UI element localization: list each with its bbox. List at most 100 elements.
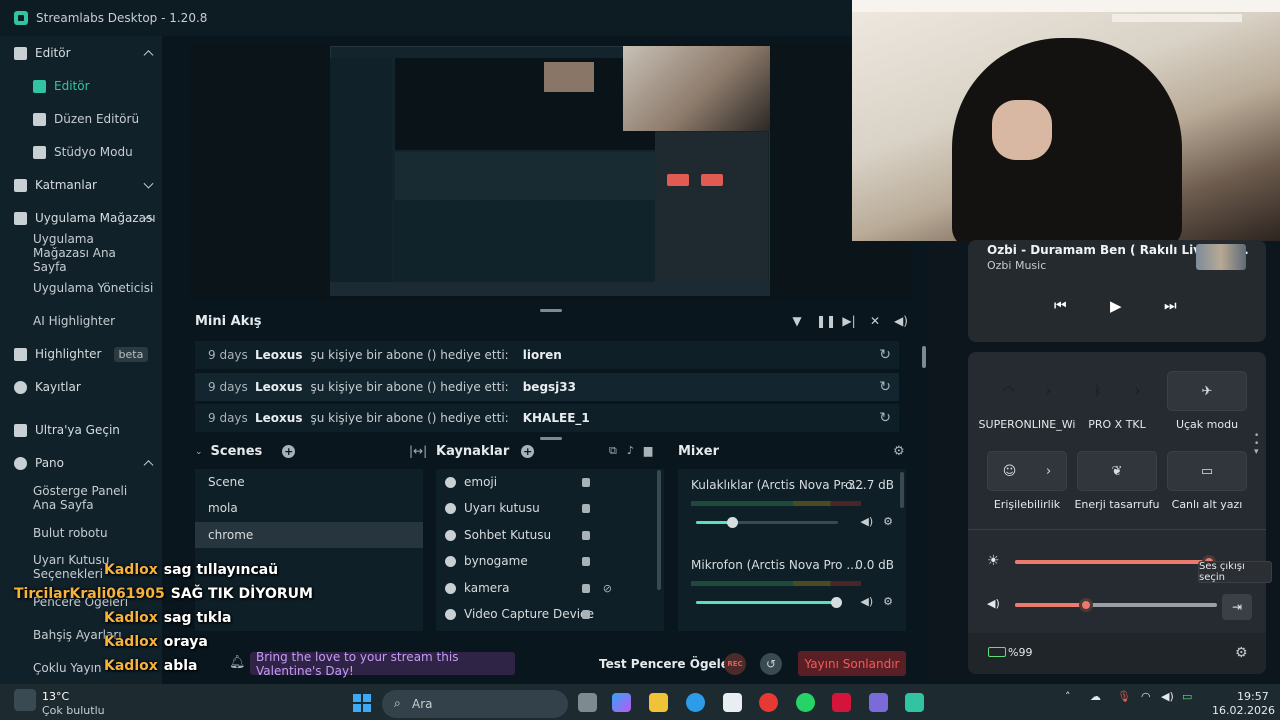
battery-tray-icon[interactable]: ▭ bbox=[1182, 690, 1192, 703]
pause-icon[interactable]: ❚❚ bbox=[816, 314, 836, 328]
play-icon[interactable]: ▶ bbox=[1110, 297, 1122, 315]
sidebar-item-layout-editor[interactable]: Düzen Editörü bbox=[0, 110, 162, 128]
wifi-tray-icon[interactable]: ◠ bbox=[1141, 690, 1151, 703]
red-app-icon[interactable] bbox=[832, 693, 851, 712]
source-item[interactable]: kamera ⊘ bbox=[436, 575, 656, 601]
accessibility-tile[interactable]: ☺ › bbox=[987, 451, 1067, 491]
brightness-slider[interactable] bbox=[1015, 555, 1216, 569]
audio-output-button[interactable]: ⇥ bbox=[1222, 594, 1252, 620]
repeat-icon[interactable]: ↻ bbox=[879, 347, 891, 363]
sidebar-item-recordings[interactable]: Kayıtlar bbox=[0, 378, 162, 396]
source-item[interactable]: emoji bbox=[436, 469, 656, 495]
feed-scrollbar[interactable] bbox=[922, 346, 926, 368]
sidebar-item-studio-mode[interactable]: Stüdyo Modu bbox=[0, 143, 162, 161]
lock-icon[interactable] bbox=[582, 609, 590, 619]
folder-icon[interactable]: ▆ bbox=[644, 444, 652, 458]
source-item[interactable]: Sohbet Kutusu bbox=[436, 522, 656, 548]
volume-slider[interactable] bbox=[1015, 598, 1217, 612]
page-dots[interactable]: • • ▾ bbox=[1254, 432, 1259, 457]
volume-slider[interactable] bbox=[696, 517, 838, 528]
resize-handle[interactable] bbox=[540, 437, 562, 440]
edge-icon[interactable] bbox=[686, 693, 705, 712]
settings-gear-icon[interactable]: ⚙ bbox=[1235, 645, 1248, 661]
chevron-up-icon[interactable]: ˄ bbox=[1065, 690, 1071, 703]
record-button[interactable]: REC bbox=[724, 653, 746, 675]
copy-icon[interactable]: ⧉ bbox=[609, 444, 617, 458]
chevron-right-icon[interactable]: › bbox=[1046, 464, 1051, 479]
cloud-icon[interactable]: ☁ bbox=[1090, 690, 1101, 703]
speaker-icon[interactable]: ◀) bbox=[860, 595, 873, 608]
weather-icon[interactable] bbox=[14, 689, 36, 711]
next-track-icon[interactable]: ⏭ bbox=[1164, 298, 1177, 314]
lock-icon[interactable] bbox=[582, 503, 590, 513]
scene-item-selected[interactable]: chrome bbox=[195, 522, 423, 548]
sidebar-item-editor-group[interactable]: Editör bbox=[0, 44, 162, 62]
promo-banner[interactable]: Bring the love to your stream this Valen… bbox=[250, 650, 515, 678]
volume-tray-icon[interactable]: ◀) bbox=[1161, 690, 1174, 703]
source-item[interactable]: Uyarı kutusu bbox=[436, 495, 656, 521]
sidebar-item-editor[interactable]: Editör bbox=[0, 77, 162, 95]
gear-icon[interactable]: ⚙ bbox=[883, 595, 893, 608]
energy-saver-tile[interactable]: ❦ bbox=[1077, 451, 1157, 491]
audio-icon[interactable]: ♪ bbox=[627, 444, 634, 458]
microphone-icon[interactable]: 🎙︎ bbox=[1117, 690, 1131, 703]
sidebar-item-app-store-home[interactable]: Uygulama Mağazası Ana Sayfa bbox=[0, 232, 162, 274]
start-menu-icon[interactable] bbox=[353, 694, 371, 712]
sources-scrollbar[interactable] bbox=[657, 470, 661, 590]
volume-slider-knob[interactable] bbox=[830, 597, 842, 608]
add-source-icon[interactable]: + bbox=[521, 445, 535, 458]
task-view-icon[interactable] bbox=[578, 693, 597, 712]
sidebar-item-highlighter[interactable]: Highlighter beta bbox=[0, 345, 162, 363]
repeat-icon[interactable]: ↻ bbox=[879, 410, 891, 426]
streamlabs-taskbar-icon[interactable] bbox=[905, 693, 924, 712]
bell-icon[interactable]: 🔔︎ bbox=[229, 655, 246, 670]
gear-icon[interactable]: ⚙ bbox=[883, 515, 893, 528]
sidebar-item-dashboard-home[interactable]: Gösterge Paneli Ana Sayfa bbox=[0, 483, 162, 513]
copilot-icon[interactable] bbox=[612, 693, 631, 712]
hidden-eye-icon[interactable]: ⊘ bbox=[603, 582, 612, 595]
chevron-down-icon[interactable]: ⌄ bbox=[195, 447, 203, 457]
wifi-tile[interactable]: ◠ › bbox=[987, 371, 1067, 411]
sidebar-item-ultra[interactable]: Ultra'ya Geçin bbox=[0, 421, 162, 439]
source-item[interactable]: Video Capture Device bbox=[436, 601, 656, 627]
clock-time[interactable]: 19:57 bbox=[1237, 690, 1269, 703]
volume-slider-knob[interactable] bbox=[726, 517, 738, 528]
sidebar-item-dashboard[interactable]: Pano bbox=[0, 454, 162, 472]
mute-alerts-icon[interactable]: ✕ bbox=[868, 314, 882, 328]
replay-buffer-icon[interactable]: ↺ bbox=[760, 653, 782, 675]
speaker-icon[interactable]: ◀) bbox=[860, 515, 873, 528]
store-app-icon[interactable] bbox=[723, 693, 742, 712]
add-scene-icon[interactable]: + bbox=[282, 445, 296, 458]
resize-handle[interactable] bbox=[540, 309, 562, 312]
volume-slider-knob[interactable] bbox=[1078, 598, 1093, 612]
skip-icon[interactable]: ▶| bbox=[842, 314, 856, 328]
end-stream-button[interactable]: Yayını Sonlandır bbox=[798, 651, 906, 676]
volume-icon[interactable]: ◀) bbox=[894, 314, 908, 328]
source-item[interactable]: bynogame bbox=[436, 548, 656, 574]
lock-icon[interactable] bbox=[582, 556, 590, 566]
chevron-right-icon[interactable]: › bbox=[1046, 384, 1051, 399]
mixer-scrollbar[interactable] bbox=[900, 472, 904, 508]
chevron-right-icon[interactable]: › bbox=[1135, 384, 1140, 399]
lock-icon[interactable] bbox=[582, 530, 590, 540]
scene-item[interactable]: mola bbox=[195, 495, 423, 521]
transition-icon[interactable]: |↔| bbox=[409, 444, 427, 458]
clock-date[interactable]: 16.02.2026 bbox=[1212, 704, 1275, 717]
test-widgets-button[interactable]: Test Pencere Ögeleri bbox=[599, 657, 739, 671]
sidebar-item-layers[interactable]: Katmanlar bbox=[0, 176, 162, 194]
bluetooth-tile[interactable]: ᛒ › bbox=[1077, 371, 1157, 411]
previous-track-icon[interactable]: ⏮ bbox=[1054, 298, 1067, 314]
lock-icon[interactable] bbox=[582, 477, 590, 487]
volume-slider[interactable] bbox=[696, 597, 842, 608]
scene-item[interactable]: Scene bbox=[195, 469, 423, 495]
lock-icon[interactable] bbox=[582, 583, 590, 593]
sidebar-item-app-manager[interactable]: Uygulama Yöneticisi bbox=[0, 279, 162, 297]
repeat-icon[interactable]: ↻ bbox=[879, 379, 891, 395]
sidebar-item-cloudbot[interactable]: Bulut robotu bbox=[0, 524, 162, 542]
gear-icon[interactable]: ⚙ bbox=[893, 444, 905, 459]
taskbar-search[interactable]: Ara bbox=[382, 690, 568, 718]
whatsapp-icon[interactable] bbox=[796, 693, 815, 712]
live-captions-tile[interactable]: ▭ bbox=[1167, 451, 1247, 491]
airplane-mode-tile[interactable]: ✈ bbox=[1167, 371, 1247, 411]
sidebar-item-ai-highlighter[interactable]: AI Highlighter bbox=[0, 312, 162, 330]
